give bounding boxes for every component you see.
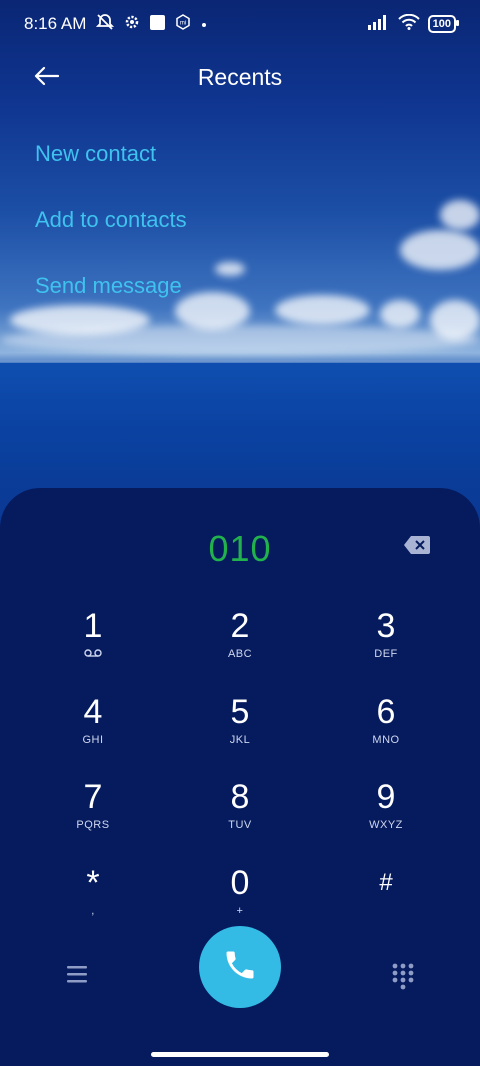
signal-icon [367,14,390,34]
key-letters: JKL [229,734,251,746]
key-digit: 4 [83,693,103,731]
dot-icon [201,16,207,32]
key-6[interactable]: 6 MNO [326,694,446,770]
menu-icon [62,966,92,990]
status-time: 8:16 AM [24,14,87,33]
key-letters [326,905,446,917]
dialpad-toggle-button[interactable] [390,962,418,992]
key-9[interactable]: 9 WXYZ [326,779,446,855]
key-digit: 7 [83,778,103,816]
key-letters: ABC [227,648,253,660]
key-letters: MNO [372,734,400,746]
key-letters: + [236,905,244,917]
cloud [215,262,245,276]
home-indicator[interactable] [151,1052,329,1057]
key-letters: PQRS [76,819,110,831]
key-3[interactable]: 3 DEF [326,608,446,684]
battery-icon: 100 [427,15,460,33]
backspace-icon [404,536,430,558]
dialpad-icon [390,963,418,996]
horizon [0,360,480,363]
cloud [275,295,370,325]
mi-icon: mi [175,14,191,34]
key-hash[interactable]: # [326,865,446,941]
wifi-icon [397,13,420,34]
status-right: 100 [367,13,460,34]
page-title: Recents [197,64,283,90]
key-letters: GHI [82,734,104,746]
key-digit: 9 [376,778,396,816]
cloud [440,200,480,230]
muted-alarm-icon [96,13,115,35]
key-digit: 5 [230,693,250,731]
key-letters: TUV [228,819,252,831]
key-letters: , [91,905,95,917]
key-letters: DEF [374,648,398,660]
cloud [0,325,480,355]
key-8[interactable]: 8 TUV [180,779,300,855]
key-digit: 0 [230,864,250,902]
key-digit: 1 [83,607,103,645]
settings-gear-icon [124,14,140,34]
new-contact-link[interactable]: New contact [35,141,156,167]
cloud [380,300,420,328]
square-notification-icon [150,14,166,34]
backspace-button[interactable] [404,536,430,554]
cloud [400,230,480,270]
add-to-contacts-link[interactable]: Add to contacts [35,207,187,233]
key-digit: * [86,864,100,902]
status-bar: 8:16 AM mi 100 [0,0,480,48]
status-left: 8:16 AM mi [24,13,207,35]
send-message-link[interactable]: Send message [35,273,182,299]
voicemail-icon [33,648,153,661]
key-digit: 6 [376,693,396,731]
header: Recents [0,50,480,106]
menu-button[interactable] [62,964,92,988]
svg-text:mi: mi [180,21,186,27]
key-star[interactable]: * , [33,865,153,941]
battery-level: 100 [432,18,451,30]
call-button[interactable] [199,926,281,1008]
key-digit: 8 [230,778,250,816]
key-4[interactable]: 4 GHI [33,694,153,770]
key-digit: # [379,869,393,896]
dialer-sheet: 010 1 2 ABC 3 DEF 4 GHI 5 JKL 6 MNO 7 PQ… [0,488,480,1066]
key-2[interactable]: 2 ABC [180,608,300,684]
key-5[interactable]: 5 JKL [180,694,300,770]
key-7[interactable]: 7 PQRS [33,779,153,855]
key-1[interactable]: 1 [33,608,153,684]
key-digit: 3 [376,607,396,645]
phone-icon [222,947,258,988]
key-letters: WXYZ [369,819,403,831]
key-digit: 2 [230,607,250,645]
